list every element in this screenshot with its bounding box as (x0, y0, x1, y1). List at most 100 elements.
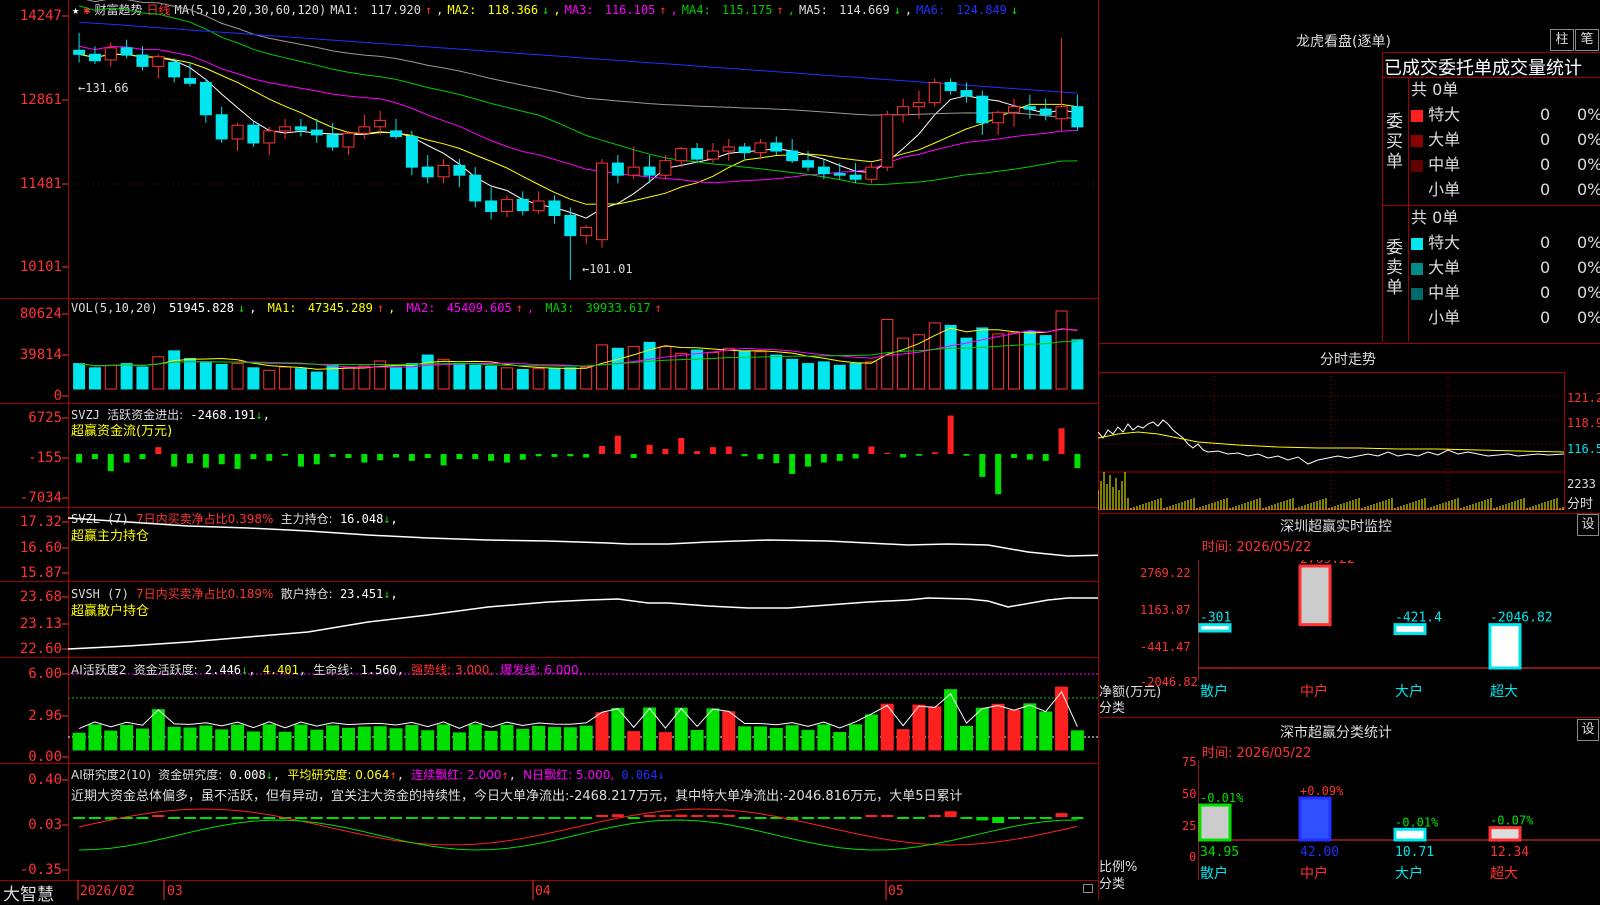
candle (104, 47, 117, 61)
candle (342, 132, 355, 148)
monitor-category: 散户 (1200, 683, 1228, 700)
fund-flow-bar (408, 454, 415, 461)
volume-bar (675, 352, 688, 390)
candle (168, 61, 181, 78)
fund-flow-bar (456, 454, 463, 460)
candle (516, 198, 529, 212)
volume-bar (992, 333, 1005, 390)
fund-flow-bar (1042, 454, 1049, 461)
activity-bar (88, 724, 102, 751)
fund-flow-bar (139, 454, 146, 460)
research-label: 资金研究度: (158, 768, 223, 782)
active-tick: 2.96 (28, 708, 62, 724)
research-line-green (79, 819, 1078, 851)
activity-bar (373, 726, 387, 751)
candle (532, 200, 545, 212)
fund-flow-bar (171, 454, 178, 467)
stats-settings-button[interactable]: 设 (1577, 719, 1599, 741)
svzj-tick: 6725 (28, 410, 62, 426)
stats-bar (1488, 826, 1522, 842)
fund-flow-bar (202, 454, 209, 468)
volume-bar (152, 356, 165, 390)
fund-flow-bar (614, 435, 621, 454)
monitor-chart[interactable]: -301 散户 2769.22 中户 -421.4 大户 -2046.82 超大 (1198, 560, 1600, 700)
activity-bar (310, 729, 324, 751)
fund-flow-bar (91, 454, 98, 460)
stats-category: 散户 (1200, 865, 1228, 882)
volume-bar (104, 364, 117, 390)
candle (485, 200, 498, 212)
stats-bar (1393, 827, 1427, 842)
svsh-tick: 22.60 (19, 641, 62, 657)
research-bar (231, 817, 244, 820)
buy-total: 共 0单 (1411, 80, 1459, 99)
main-holding-line[interactable] (68, 508, 1098, 581)
fund-flow-bar (440, 454, 447, 466)
fund-flow-bar (915, 454, 922, 456)
monitor-bar-value: -301 (1200, 611, 1231, 626)
volume-bar (960, 337, 973, 390)
bar-mode-button[interactable]: 柱 (1550, 29, 1574, 51)
research-bar (912, 817, 925, 819)
volume-bar (88, 367, 101, 390)
research-header: AI研究度2(10) 资金研究度: 0.008↓, 平均研究度: 0.064↑,… (71, 768, 665, 782)
intraday-tick: 118.9 (1567, 416, 1600, 430)
activity-chart[interactable] (68, 658, 1098, 763)
fund-flow-bar (1026, 454, 1033, 460)
stats-chart[interactable]: -0.01% 34.95 散户 +0.09% 42.00 中户 -0.01% 10.71 大户 -… (1198, 760, 1600, 900)
stats-ylabel2: 分类 (1099, 877, 1126, 892)
fund-flow-bar (329, 454, 336, 457)
stats-category: 大户 (1395, 865, 1423, 882)
lock-icon[interactable] (1083, 884, 1093, 893)
svzl-tick: 15.87 (19, 565, 62, 581)
activity-bar (722, 711, 736, 751)
monitor-settings-button[interactable]: 设 (1577, 514, 1599, 536)
research-bar (326, 817, 339, 819)
activity-bar (627, 731, 641, 751)
research-bar (596, 815, 609, 817)
stats-category: 超大 (1490, 866, 1518, 882)
candle (928, 82, 941, 104)
fund-flow-bar (995, 454, 1002, 495)
candlestick-chart[interactable] (68, 0, 1098, 298)
activity-bar (1070, 730, 1084, 751)
intraday-tick: 116.5 (1567, 442, 1600, 456)
fund-flow-bar (76, 454, 83, 463)
monitor-category: 中户 (1300, 683, 1328, 700)
research-bar (611, 814, 624, 817)
volume-chart[interactable] (68, 299, 1098, 403)
sell-total: 共 0单 (1411, 208, 1459, 227)
research-chart[interactable] (68, 805, 1098, 880)
low-price-marker: ←101.01 (582, 262, 633, 276)
retail-holding-line[interactable] (68, 582, 1098, 657)
activity-bar (896, 729, 910, 751)
candle (675, 148, 688, 162)
activity-bar (563, 727, 577, 751)
activity-bar (1023, 703, 1037, 751)
fund-flow-bar (979, 454, 986, 477)
candle (358, 126, 371, 134)
volume-bar (627, 346, 640, 390)
activity-bar (484, 730, 498, 751)
research-line-red (78, 808, 1078, 846)
activity-bar (959, 725, 973, 751)
fund-flow-bar (488, 454, 495, 461)
research-avg: 平均研究度: 0.064 (287, 768, 390, 782)
color-swatch (1411, 287, 1423, 300)
fund-flow-bar (805, 454, 812, 467)
monitor-ytick: -441.47 (1140, 640, 1191, 654)
research-bar (802, 817, 815, 819)
fund-flow-chart[interactable] (68, 404, 1098, 507)
volume-bar (310, 371, 323, 390)
monitor-bar-value: -421.4 (1395, 611, 1442, 626)
research-bar (897, 817, 910, 819)
research-bar (675, 814, 688, 817)
research-bar (152, 815, 165, 817)
intraday-chart[interactable] (1098, 372, 1600, 512)
tick-mode-button[interactable]: 笔 (1575, 29, 1599, 51)
color-swatch (1411, 184, 1423, 197)
fund-flow-bar (266, 454, 273, 461)
monitor-ytick: 1163.87 (1140, 603, 1191, 617)
research-comment: 近期大资金总体偏多，虽不活跃，但有异动，宜关注大资金的持续性，今日大单净流出:-… (71, 789, 963, 804)
svzj-tick: -7034 (19, 490, 62, 506)
